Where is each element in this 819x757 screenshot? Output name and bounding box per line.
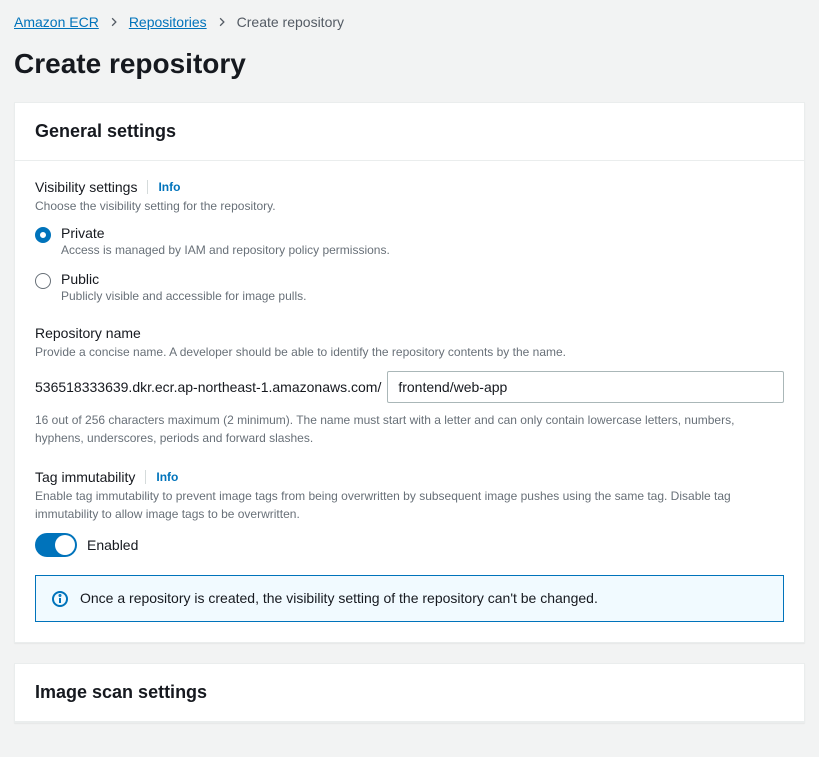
repository-name-label: Repository name xyxy=(35,325,141,341)
breadcrumb-current: Create repository xyxy=(237,14,344,30)
visibility-alert: Once a repository is created, the visibi… xyxy=(35,575,784,622)
visibility-description: Choose the visibility setting for the re… xyxy=(35,197,784,215)
radio-public-description: Publicly visible and accessible for imag… xyxy=(61,289,306,303)
image-scan-settings-panel: Image scan settings xyxy=(14,663,805,723)
repository-uri-prefix: 536518333639.dkr.ecr.ap-northeast-1.amaz… xyxy=(35,379,381,395)
visibility-field: Visibility settings Info Choose the visi… xyxy=(35,179,784,303)
chevron-right-icon xyxy=(217,17,227,27)
tag-immutability-info-link[interactable]: Info xyxy=(145,470,178,484)
tag-immutability-description: Enable tag immutability to prevent image… xyxy=(35,487,784,523)
panel-header: General settings xyxy=(15,103,804,161)
radio-public[interactable]: Public Publicly visible and accessible f… xyxy=(35,271,784,303)
panel-title: General settings xyxy=(35,121,784,142)
repository-name-input[interactable] xyxy=(387,371,784,403)
radio-icon xyxy=(35,227,51,243)
tag-immutability-label: Tag immutability xyxy=(35,469,135,485)
general-settings-panel: General settings Visibility settings Inf… xyxy=(14,102,805,643)
alert-text: Once a repository is created, the visibi… xyxy=(80,590,598,606)
toggle-handle-icon xyxy=(55,535,75,555)
breadcrumb-link-ecr[interactable]: Amazon ECR xyxy=(14,14,99,30)
repository-name-constraint: 16 out of 256 characters maximum (2 mini… xyxy=(35,411,784,447)
visibility-label: Visibility settings xyxy=(35,179,137,195)
breadcrumb: Amazon ECR Repositories Create repositor… xyxy=(14,14,805,30)
radio-private-label: Private xyxy=(61,225,390,241)
radio-private-description: Access is managed by IAM and repository … xyxy=(61,243,390,257)
tag-immutability-toggle[interactable] xyxy=(35,533,77,557)
chevron-right-icon xyxy=(109,17,119,27)
repository-name-description: Provide a concise name. A developer shou… xyxy=(35,343,784,361)
radio-public-label: Public xyxy=(61,271,306,287)
repository-name-field: Repository name Provide a concise name. … xyxy=(35,325,784,447)
visibility-info-link[interactable]: Info xyxy=(147,180,180,194)
breadcrumb-link-repositories[interactable]: Repositories xyxy=(129,14,207,30)
tag-immutability-toggle-label: Enabled xyxy=(87,537,138,553)
info-icon xyxy=(52,591,68,607)
panel-title: Image scan settings xyxy=(35,682,784,703)
radio-private[interactable]: Private Access is managed by IAM and rep… xyxy=(35,225,784,257)
tag-immutability-field: Tag immutability Info Enable tag immutab… xyxy=(35,469,784,622)
page-title: Create repository xyxy=(14,48,805,80)
panel-header: Image scan settings xyxy=(15,664,804,722)
radio-icon xyxy=(35,273,51,289)
